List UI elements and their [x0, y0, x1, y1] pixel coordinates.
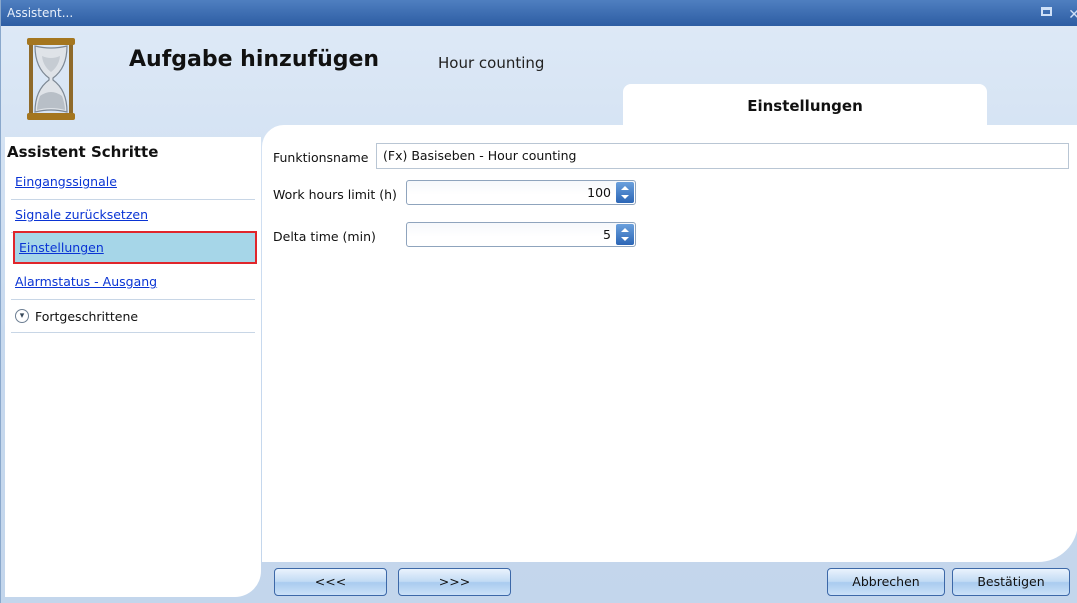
page-title: Aufgabe hinzufügen	[129, 47, 380, 72]
close-icon[interactable]: ✕	[1068, 2, 1077, 28]
increment-arrow-icon[interactable]	[621, 228, 629, 232]
increment-arrow-icon[interactable]	[621, 186, 629, 190]
wizard-steps-sidebar: Assistent Schritte Eingangssignale Signa…	[5, 137, 261, 597]
window-title: Assistent...	[7, 6, 74, 20]
delta-time-spinner[interactable]: 5	[406, 222, 636, 247]
delta-time-value[interactable]: 5	[603, 223, 611, 246]
function-name-input[interactable]: (Fx) Basiseben - Hour counting	[376, 143, 1069, 169]
chevron-down-icon[interactable]: ▾	[15, 309, 29, 323]
work-hours-spinner[interactable]: 100	[406, 180, 636, 205]
step-signale-zuruecksetzen[interactable]: Signale zurücksetzen	[11, 200, 255, 233]
work-hours-label: Work hours limit (h)	[273, 187, 397, 202]
back-button[interactable]: <<<	[274, 568, 387, 596]
decrement-arrow-icon[interactable]	[621, 195, 629, 199]
title-bar[interactable]: Assistent... ✕	[1, 0, 1077, 26]
spinner-arrows[interactable]	[616, 182, 634, 203]
step-link[interactable]: Alarmstatus - Ausgang	[15, 274, 157, 289]
tab-einstellungen[interactable]: Einstellungen	[623, 84, 987, 130]
step-einstellungen[interactable]: Einstellungen	[13, 231, 257, 264]
cancel-button[interactable]: Abbrechen	[827, 568, 945, 596]
advanced-section[interactable]: ▾ Fortgeschrittene	[11, 300, 255, 333]
work-hours-value[interactable]: 100	[587, 181, 611, 204]
settings-panel: Funktionsname (Fx) Basiseben - Hour coun…	[262, 125, 1077, 562]
step-link[interactable]: Einstellungen	[19, 240, 104, 255]
step-link[interactable]: Eingangssignale	[15, 174, 117, 189]
confirm-button[interactable]: Bestätigen	[952, 568, 1070, 596]
step-alarmstatus-ausgang[interactable]: Alarmstatus - Ausgang	[11, 267, 255, 300]
delta-time-label: Delta time (min)	[273, 229, 376, 244]
steps-title: Assistent Schritte	[7, 143, 159, 161]
hourglass-icon	[27, 38, 75, 120]
advanced-label: Fortgeschrittene	[35, 308, 139, 324]
step-eingangssignale[interactable]: Eingangssignale	[11, 167, 255, 200]
restore-icon[interactable]	[1041, 7, 1052, 16]
wizard-window: Assistent... ✕ Aufgabe hinzufügen Hour c…	[0, 0, 1077, 603]
function-name-label: Funktionsname	[273, 150, 369, 165]
decrement-arrow-icon[interactable]	[621, 237, 629, 241]
spinner-arrows[interactable]	[616, 224, 634, 245]
step-link[interactable]: Signale zurücksetzen	[15, 207, 148, 222]
page-subtitle: Hour counting	[438, 54, 545, 72]
next-button[interactable]: >>>	[398, 568, 511, 596]
